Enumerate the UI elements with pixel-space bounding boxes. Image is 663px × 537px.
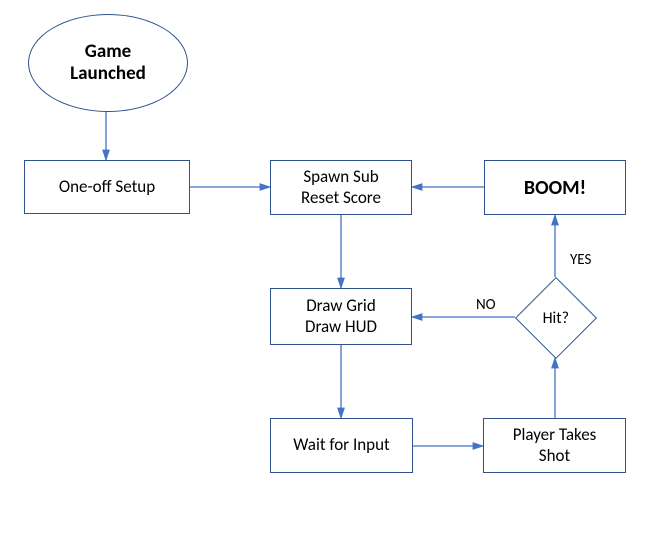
wait-label: Wait for Input [293, 435, 389, 455]
node-boom: BOOM! [484, 160, 626, 215]
hit-label: Hit? [543, 308, 569, 327]
spawn-line1: Spawn Sub [301, 167, 381, 187]
node-spawn: Spawn Sub Reset Score [270, 160, 412, 215]
node-start: Game Launched [28, 14, 188, 112]
shot-line1: Player Takes [513, 425, 597, 445]
setup-label: One-off Setup [59, 177, 155, 197]
label-no: NO [476, 296, 496, 314]
shot-line2: Shot [513, 446, 597, 466]
node-hit-decision: Hit? [515, 277, 597, 359]
node-wait: Wait for Input [270, 418, 413, 473]
flowchart: Game Launched One-off Setup Spawn Sub Re… [0, 0, 663, 537]
start-label: Game Launched [70, 41, 146, 85]
spawn-line2: Reset Score [301, 188, 381, 208]
draw-line2: Draw HUD [305, 317, 377, 337]
label-yes: YES [570, 251, 591, 269]
node-draw: Draw Grid Draw HUD [270, 288, 412, 345]
node-shot: Player Takes Shot [483, 418, 626, 473]
draw-line1: Draw Grid [305, 296, 377, 316]
boom-label: BOOM! [524, 176, 586, 200]
node-setup: One-off Setup [24, 160, 190, 214]
